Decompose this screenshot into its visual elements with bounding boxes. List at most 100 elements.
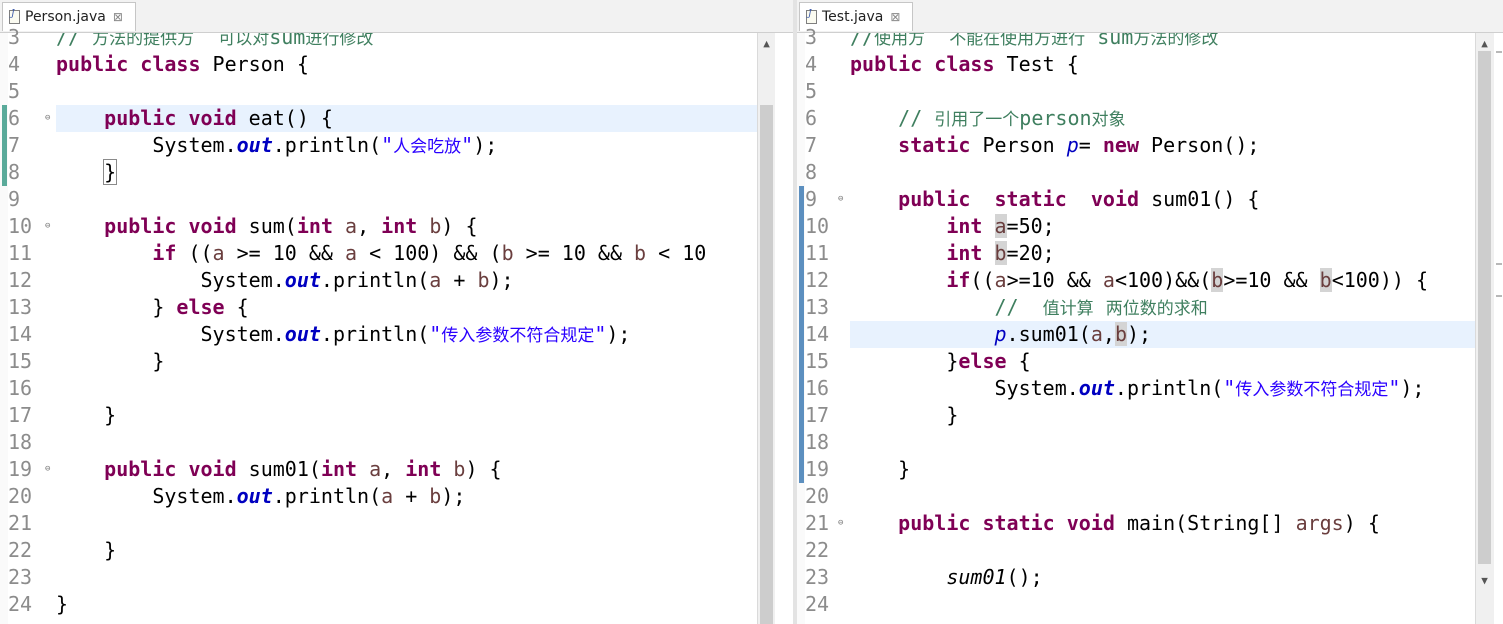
line-number: 10 — [805, 214, 830, 238]
code-token: "传入参数不符合规定" — [429, 322, 607, 346]
code-token: int — [381, 214, 418, 238]
code-line[interactable]: } — [56, 348, 164, 375]
code-text[interactable]: // 方法的提供方 可以对sum进行修改 public class Person … — [56, 33, 757, 624]
line-number: 14 — [8, 322, 33, 346]
code-token: main(String[] — [1114, 511, 1296, 535]
code-line[interactable]: public void sum01(int a, int b) { — [56, 456, 501, 483]
code-text[interactable]: //使用方 不能在使用方进行 sum方法的修改 public class Test… — [850, 33, 1475, 624]
code-token: int — [405, 457, 442, 481]
code-line[interactable]: p.sum01(a,b); — [850, 321, 1151, 348]
code-token: eat() { — [236, 106, 333, 130]
code-token: .sum01( — [1006, 322, 1091, 346]
fold-toggle-icon[interactable]: ⊖ — [45, 213, 50, 240]
code-line[interactable]: System.out.println("传入参数不符合规定"); — [56, 321, 630, 348]
code-token: Person { — [200, 52, 309, 76]
code-token: b — [1319, 268, 1332, 292]
code-token: void — [188, 457, 237, 481]
java-file-icon — [806, 9, 817, 24]
code-line[interactable]: public class Person { — [56, 51, 309, 78]
line-number: 22 — [805, 538, 830, 562]
code-line[interactable]: sum01(); — [850, 564, 1042, 591]
line-number: 3 — [8, 25, 21, 49]
line-number: 21 — [805, 511, 830, 535]
code-token: .println( — [272, 133, 382, 157]
tab-label: Person.java — [25, 9, 106, 25]
overview-ruler — [1494, 33, 1503, 624]
code-editor-area[interactable]: 3 4 5 6 7 8 9 ⊖ 10 11 12 13 14 15 16 17 18 19 20 21 ⊖ 22 23 24 … — [797, 25, 1503, 624]
vertical-scrollbar[interactable]: ▲ ▼ — [1475, 33, 1494, 624]
code-line[interactable]: } — [850, 402, 958, 429]
test-java-editor[interactable]: Test.java ⊠ 3 4 5 6 7 8 9 ⊖ 10 11 12 13 14 15 16 17 18 19… — [797, 0, 1503, 624]
code-token: .println( — [320, 322, 430, 346]
code-line[interactable]: if ((a >= 10 && a < 100) && (b >= 10 && … — [56, 240, 706, 267]
line-number: 13 — [8, 295, 33, 319]
person-java-editor[interactable]: Person.java ⊠ 3 4 5 6 ⊖ 7 8 9 10 ⊖ 11 12 13 14 15 16 17 1… — [0, 0, 793, 624]
code-line[interactable]: // 引用了一个person对象 — [850, 105, 1125, 132]
code-line[interactable]: public void eat() { — [56, 105, 333, 132]
code-line[interactable]: if((a>=10 && a<100)&&(b>=10 && b<100)) { — [850, 267, 1428, 294]
scrollbar-thumb[interactable] — [1478, 51, 1491, 564]
scroll-down-icon[interactable]: ▼ — [1476, 572, 1493, 590]
code-line[interactable]: System.out.println("人会吃放"); — [56, 132, 497, 159]
code-token: int — [946, 214, 983, 238]
code-line[interactable]: int b=20; — [850, 240, 1055, 267]
code-line[interactable]: public static void sum01() { — [850, 186, 1259, 213]
tab-person-java[interactable]: Person.java ⊠ — [2, 2, 136, 31]
code-line[interactable]: // 值计算 两位数的求和 — [850, 294, 1208, 321]
fold-toggle-icon[interactable]: ⊖ — [838, 510, 843, 537]
scrollbar-thumb[interactable] — [760, 105, 773, 624]
code-token: out — [284, 322, 321, 346]
code-token: a — [381, 484, 394, 508]
code-token: =20; — [1006, 241, 1055, 265]
code-line[interactable]: public void sum(int a, int b) { — [56, 213, 477, 240]
code-line[interactable]: } — [56, 402, 116, 429]
code-line[interactable]: } — [56, 537, 116, 564]
line-number-gutter: 3 4 5 6 7 8 9 ⊖ 10 11 12 13 14 15 16 17 18 19 20 21 ⊖ 22 23 24 — [805, 25, 849, 624]
code-token: a — [1090, 322, 1103, 346]
code-token: out — [284, 268, 321, 292]
close-icon[interactable]: ⊠ — [890, 10, 900, 24]
fold-toggle-icon[interactable]: ⊖ — [838, 186, 843, 213]
line-number: 20 — [805, 484, 830, 508]
code-token: >= 10 && — [224, 241, 346, 265]
line-number: 20 — [8, 484, 33, 508]
code-token: <100)&&( — [1114, 268, 1212, 292]
code-line[interactable]: }else { — [850, 348, 1030, 375]
scroll-up-icon[interactable]: ▲ — [758, 35, 775, 53]
code-line[interactable]: System.out.println("传入参数不符合规定"); — [850, 375, 1424, 402]
code-line[interactable]: //使用方 不能在使用方进行 sum方法的修改 — [850, 33, 1218, 51]
code-token: p — [994, 322, 1007, 346]
code-line[interactable]: public class Test { — [850, 51, 1079, 78]
line-number: 8 — [8, 160, 21, 184]
code-line[interactable]: static Person p= new Person(); — [850, 132, 1259, 159]
code-editor-area[interactable]: 3 4 5 6 ⊖ 7 8 9 10 ⊖ 11 12 13 14 15 16 17 18 19 ⊖ 20 21 22 23 24… — [0, 25, 793, 624]
code-line[interactable]: // 方法的提供方 可以对sum进行修改 — [56, 33, 373, 51]
code-token: b — [453, 457, 466, 481]
fold-toggle-icon[interactable]: ⊖ — [45, 456, 50, 483]
line-number: 23 — [8, 565, 33, 589]
code-line[interactable]: } else { — [56, 294, 248, 321]
code-token: public — [898, 187, 971, 211]
code-line[interactable]: public static void main(String[] args) { — [850, 510, 1380, 537]
vertical-scrollbar[interactable]: ▲ — [757, 33, 775, 624]
code-token: a — [429, 268, 442, 292]
code-token: void — [1090, 187, 1140, 211]
close-icon[interactable]: ⊠ — [113, 10, 123, 24]
code-line[interactable]: int a=50; — [850, 213, 1055, 240]
code-line[interactable]: System.out.println(a + b); — [56, 483, 465, 510]
code-line[interactable]: } — [56, 159, 118, 186]
code-line[interactable]: } — [56, 591, 68, 618]
line-number: 8 — [805, 160, 818, 184]
code-token: out — [236, 133, 273, 157]
fold-toggle-icon[interactable]: ⊖ — [45, 105, 50, 132]
code-line[interactable]: System.out.println(a + b); — [56, 267, 513, 294]
code-line[interactable]: } — [850, 456, 910, 483]
